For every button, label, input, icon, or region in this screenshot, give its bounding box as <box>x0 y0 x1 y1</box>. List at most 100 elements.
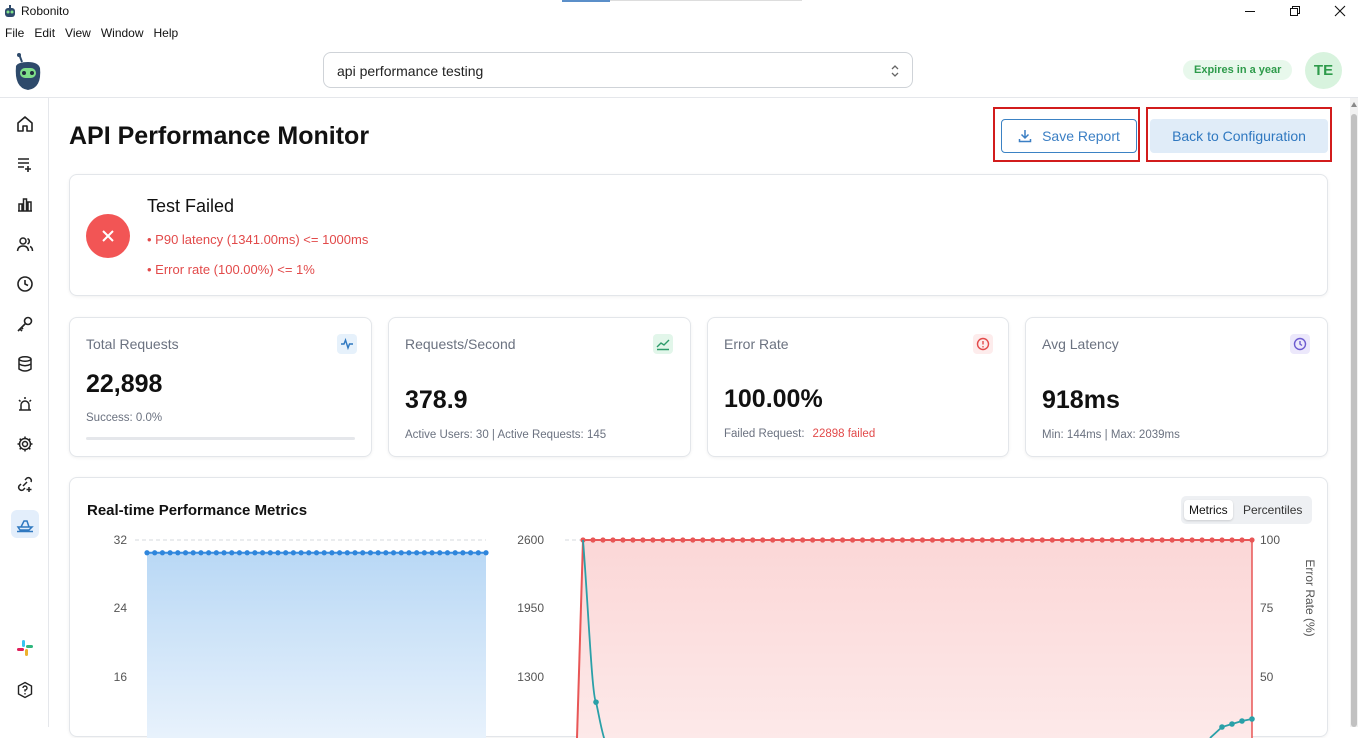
error-point <box>889 537 896 543</box>
window-title: Robonito <box>21 4 70 18</box>
back-to-configuration-button[interactable]: Back to Configuration <box>1150 119 1328 153</box>
error-point <box>969 537 976 543</box>
page-title: API Performance Monitor <box>69 122 370 150</box>
sidebar-item-home[interactable] <box>11 110 39 138</box>
close-window-button[interactable] <box>1317 0 1358 22</box>
users-point <box>390 550 397 556</box>
save-report-button[interactable]: Save Report <box>1001 119 1137 153</box>
menu-file[interactable]: File <box>0 24 29 42</box>
y-right-axis-label: Error Rate (%) <box>1303 559 1317 636</box>
error-point <box>909 537 916 543</box>
error-point <box>869 537 876 543</box>
titlebar-divider <box>610 0 802 1</box>
sidebar-item-settings[interactable] <box>11 430 39 458</box>
error-point <box>1059 537 1065 543</box>
error-point <box>770 537 776 543</box>
sidebar-item-test-suites[interactable] <box>11 150 39 178</box>
titlebar-accent <box>562 0 610 2</box>
restore-button[interactable] <box>1272 0 1318 22</box>
users-icon <box>16 237 34 252</box>
error-point <box>630 537 636 543</box>
stat-value: 100.00% <box>724 385 823 413</box>
error-point <box>1029 537 1035 543</box>
vertical-scrollbar[interactable] <box>1350 98 1358 727</box>
restore-icon <box>1290 6 1300 16</box>
playlist-add-icon <box>18 158 31 172</box>
users-point <box>259 550 266 556</box>
error-point <box>600 537 606 543</box>
error-point <box>830 537 836 543</box>
sidebar-item-integrations[interactable] <box>11 470 39 498</box>
error-point <box>1229 537 1235 543</box>
users-area <box>147 552 486 738</box>
users-point <box>290 550 296 556</box>
users-point <box>198 550 204 556</box>
minimize-icon <box>1245 11 1255 12</box>
stat-sub: Active Users: 30 | Active Requests: 145 <box>405 429 607 441</box>
error-point <box>690 537 696 543</box>
users-point <box>398 550 404 556</box>
menu-view[interactable]: View <box>60 24 96 42</box>
users-point <box>367 550 374 556</box>
metrics-card: Real-time Performance Metrics Metrics Pe… <box>69 477 1328 738</box>
stat-label: Error Rate <box>724 336 789 352</box>
sidebar-item-slack[interactable] <box>11 634 39 662</box>
fail-reason: • P90 latency (1341.00ms) <= 1000ms <box>147 232 369 247</box>
menu-window[interactable]: Window <box>96 24 149 42</box>
users-point <box>475 550 481 556</box>
users-point <box>213 550 219 556</box>
users-point <box>144 550 150 556</box>
menu-help[interactable]: Help <box>149 24 184 42</box>
minimize-button[interactable] <box>1227 0 1273 22</box>
users-point <box>360 550 366 556</box>
users-point <box>483 550 489 556</box>
scroll-up-arrow-icon[interactable] <box>1351 102 1357 107</box>
test-status-card: Test Failed • P90 latency (1341.00ms) <=… <box>69 174 1328 296</box>
alert-circle-icon <box>973 334 993 354</box>
close-icon <box>102 230 114 242</box>
users-point <box>283 550 289 556</box>
error-point <box>1199 537 1205 543</box>
sidebar-item-history[interactable] <box>11 270 39 298</box>
sidebar-item-database[interactable] <box>11 350 39 378</box>
error-point <box>979 537 986 543</box>
sidebar-item-help[interactable] <box>11 676 39 704</box>
users-point <box>159 550 166 556</box>
users-point <box>152 550 158 556</box>
sidebar-item-keys[interactable] <box>11 310 39 338</box>
menu-edit[interactable]: Edit <box>29 24 60 42</box>
y-right-tick-label: 50 <box>1260 670 1274 684</box>
error-point <box>959 537 966 543</box>
stat-value: 378.9 <box>405 386 468 414</box>
y-left-tick-label: 1300 <box>517 670 544 684</box>
error-point <box>620 537 626 543</box>
clock-icon <box>1290 334 1310 354</box>
error-point <box>640 537 646 543</box>
error-point <box>840 537 846 543</box>
sidebar-item-alerts[interactable] <box>11 390 39 418</box>
sidebar-item-users[interactable] <box>11 230 39 258</box>
users-point <box>344 550 350 556</box>
robonito-logo-icon[interactable] <box>10 52 44 92</box>
error-point <box>899 537 906 543</box>
error-point <box>1219 537 1225 543</box>
error-point <box>820 537 826 543</box>
users-point <box>467 550 474 556</box>
project-select[interactable]: api performance testing <box>323 52 913 88</box>
error-point <box>1179 537 1185 543</box>
y-tick-label: 24 <box>114 601 128 615</box>
stat-label: Avg Latency <box>1042 336 1119 352</box>
error-point <box>1139 537 1145 543</box>
alarm-light-icon <box>18 397 32 411</box>
user-avatar[interactable]: TE <box>1305 52 1342 89</box>
menu-bar: File Edit View Window Help <box>0 24 183 42</box>
error-point <box>1159 537 1165 543</box>
scrollbar-thumb[interactable] <box>1351 114 1357 727</box>
error-point <box>740 537 746 543</box>
users-point <box>175 550 181 556</box>
stat-card-error-rate: Error Rate 100.00% Failed Request: 22898 … <box>707 317 1009 457</box>
fail-status-icon <box>86 214 130 258</box>
sidebar-item-reports[interactable] <box>11 190 39 218</box>
sidebar-item-performance[interactable] <box>11 510 39 538</box>
stat-card-requests-per-second: Requests/Second 378.9 Active Users: 30 |… <box>388 317 691 457</box>
